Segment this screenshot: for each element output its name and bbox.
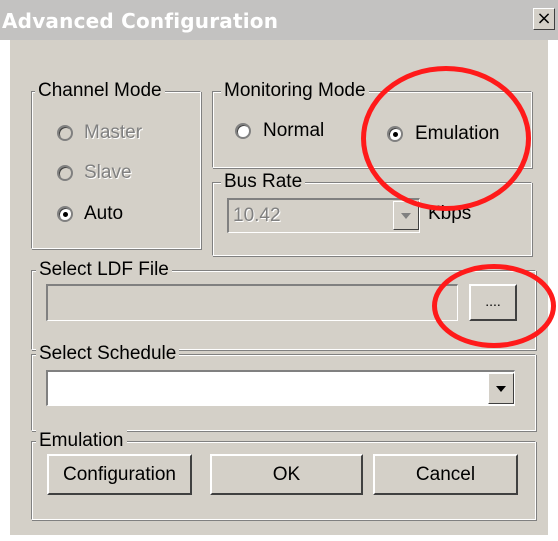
radio-normal-label: Normal (263, 120, 325, 141)
bus-rate-value: 10.42 (233, 205, 281, 226)
emulation-title: Emulation (36, 430, 127, 452)
radio-slave[interactable] (57, 165, 73, 181)
window-title: Advanced Configuration (2, 9, 279, 33)
radio-master[interactable] (57, 125, 73, 141)
radio-normal[interactable] (235, 123, 251, 139)
radio-emulation[interactable] (387, 126, 403, 142)
dialog-body: Channel Mode Master Slave Auto Monitorin… (10, 40, 548, 535)
radio-auto[interactable] (57, 206, 73, 222)
radio-slave-label: Slave (84, 162, 132, 183)
select-ldf-file-title: Select LDF File (36, 259, 172, 281)
ldf-file-path-field[interactable] (46, 284, 458, 321)
cancel-button[interactable]: Cancel (373, 454, 518, 495)
select-schedule-title: Select Schedule (36, 343, 180, 365)
radio-selected-dot (63, 212, 68, 217)
radio-selected-dot (393, 132, 398, 137)
title-bar[interactable]: Advanced Configuration × (0, 0, 558, 40)
bus-rate-combobox[interactable]: 10.42 (227, 198, 420, 233)
close-button[interactable]: × (533, 8, 555, 30)
browse-button[interactable]: .... (469, 284, 517, 321)
chevron-down-icon (401, 213, 411, 219)
advanced-configuration-dialog: Advanced Configuration × Channel Mode Ma… (0, 0, 558, 541)
bus-rate-dropdown-button[interactable] (393, 201, 419, 230)
chevron-down-icon (496, 386, 506, 392)
ok-button[interactable]: OK (210, 454, 363, 495)
monitoring-mode-title: Monitoring Mode (221, 80, 369, 102)
radio-master-label: Master (84, 122, 143, 143)
schedule-combobox[interactable] (46, 370, 515, 406)
configuration-button[interactable]: Configuration (47, 454, 192, 495)
bus-rate-title: Bus Rate (221, 171, 306, 193)
schedule-dropdown-button[interactable] (488, 373, 514, 404)
bus-rate-unit: Kbps (428, 203, 472, 224)
channel-mode-title: Channel Mode (35, 80, 165, 102)
radio-auto-label: Auto (84, 203, 124, 224)
radio-emulation-label: Emulation (415, 123, 500, 144)
